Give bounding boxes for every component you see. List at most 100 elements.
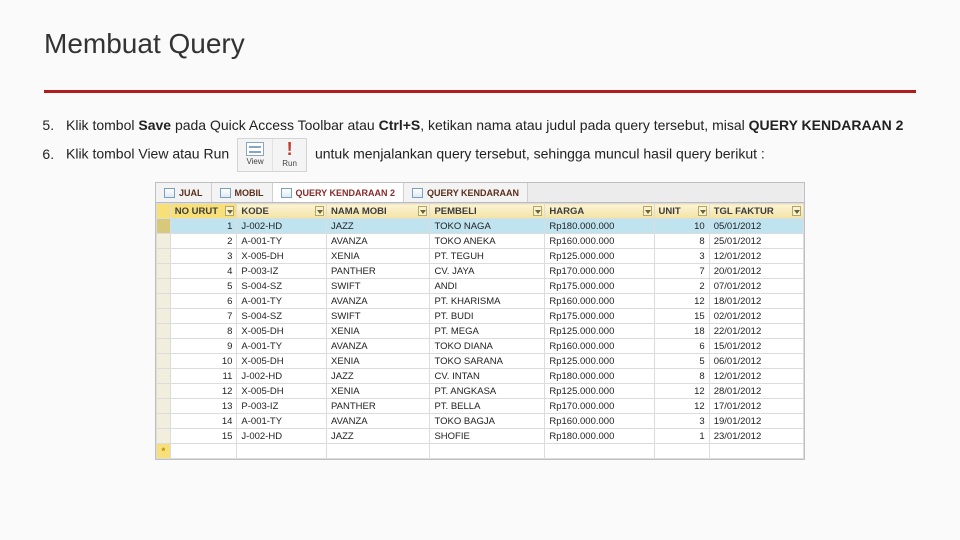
row-selector[interactable] — [157, 324, 171, 339]
cell[interactable]: J-002-HD — [237, 429, 327, 444]
row-selector[interactable] — [157, 264, 171, 279]
chevron-down-icon[interactable] — [418, 206, 427, 216]
cell[interactable]: TOKO BAGJA — [430, 414, 545, 429]
cell[interactable]: P-003-IZ — [237, 264, 327, 279]
cell[interactable]: 18/01/2012 — [709, 294, 803, 309]
cell[interactable]: XENIA — [327, 384, 430, 399]
table-row[interactable]: 13P-003-IZPANTHERPT. BELLARp170.000.0001… — [157, 399, 804, 414]
table-row[interactable]: 14A-001-TYAVANZATOKO BAGJARp160.000.0003… — [157, 414, 804, 429]
row-selector[interactable] — [157, 384, 171, 399]
cell[interactable]: 1 — [170, 219, 237, 234]
cell[interactable]: 8 — [654, 369, 709, 384]
cell[interactable]: 12 — [654, 384, 709, 399]
cell[interactable]: 12 — [654, 294, 709, 309]
table-row[interactable]: 10X-005-DHXENIATOKO SARANARp125.000.0005… — [157, 354, 804, 369]
row-selector[interactable] — [157, 354, 171, 369]
row-selector[interactable] — [157, 234, 171, 249]
new-record-row[interactable] — [157, 444, 804, 459]
cell[interactable]: PT. KHARISMA — [430, 294, 545, 309]
cell[interactable]: 15 — [170, 429, 237, 444]
cell[interactable]: Rp170.000.000 — [545, 399, 654, 414]
cell[interactable]: 6 — [654, 339, 709, 354]
object-tab[interactable]: JUAL — [156, 183, 212, 202]
cell[interactable]: XENIA — [327, 354, 430, 369]
cell[interactable]: A-001-TY — [237, 339, 327, 354]
cell[interactable]: 6 — [170, 294, 237, 309]
cell[interactable]: X-005-DH — [237, 249, 327, 264]
cell[interactable]: AVANZA — [327, 339, 430, 354]
cell[interactable]: 8 — [654, 234, 709, 249]
table-row[interactable]: 6A-001-TYAVANZAPT. KHARISMARp160.000.000… — [157, 294, 804, 309]
cell[interactable]: XENIA — [327, 249, 430, 264]
cell[interactable]: Rp125.000.000 — [545, 324, 654, 339]
new-record-selector[interactable] — [157, 444, 171, 459]
cell[interactable]: 4 — [170, 264, 237, 279]
cell[interactable]: 5 — [654, 354, 709, 369]
cell[interactable]: JAZZ — [327, 429, 430, 444]
cell[interactable]: Rp160.000.000 — [545, 234, 654, 249]
chevron-down-icon[interactable] — [643, 206, 652, 216]
cell[interactable]: 5 — [170, 279, 237, 294]
cell[interactable]: 07/01/2012 — [709, 279, 803, 294]
cell[interactable]: Rp125.000.000 — [545, 354, 654, 369]
cell[interactable]: Rp160.000.000 — [545, 414, 654, 429]
cell[interactable]: 12/01/2012 — [709, 369, 803, 384]
cell[interactable]: PT. BUDI — [430, 309, 545, 324]
cell[interactable]: JAZZ — [327, 369, 430, 384]
cell[interactable]: 05/01/2012 — [709, 219, 803, 234]
cell[interactable]: 19/01/2012 — [709, 414, 803, 429]
cell[interactable]: Rp180.000.000 — [545, 429, 654, 444]
object-tab[interactable]: QUERY KENDARAAN 2 — [273, 183, 405, 202]
cell[interactable]: S-004-SZ — [237, 279, 327, 294]
row-selector[interactable] — [157, 219, 171, 234]
table-row[interactable]: 7S-004-SZSWIFTPT. BUDIRp175.000.0001502/… — [157, 309, 804, 324]
cell[interactable]: PT. ANGKASA — [430, 384, 545, 399]
chevron-down-icon[interactable] — [792, 206, 801, 216]
cell[interactable]: S-004-SZ — [237, 309, 327, 324]
column-header[interactable]: UNIT — [654, 204, 709, 219]
cell[interactable]: Rp175.000.000 — [545, 279, 654, 294]
cell[interactable]: CV. JAYA — [430, 264, 545, 279]
cell[interactable]: 06/01/2012 — [709, 354, 803, 369]
cell[interactable]: 12/01/2012 — [709, 249, 803, 264]
table-row[interactable]: 5S-004-SZSWIFTANDIRp175.000.000207/01/20… — [157, 279, 804, 294]
cell[interactable]: Rp180.000.000 — [545, 219, 654, 234]
column-header[interactable]: PEMBELI — [430, 204, 545, 219]
cell[interactable]: 10 — [170, 354, 237, 369]
cell[interactable]: SWIFT — [327, 279, 430, 294]
object-tab[interactable]: QUERY KENDARAAN — [404, 183, 528, 202]
cell[interactable]: ANDI — [430, 279, 545, 294]
row-selector[interactable] — [157, 279, 171, 294]
cell[interactable]: A-001-TY — [237, 234, 327, 249]
cell[interactable]: TOKO NAGA — [430, 219, 545, 234]
cell[interactable]: AVANZA — [327, 234, 430, 249]
object-tab[interactable]: MOBIL — [212, 183, 273, 202]
cell[interactable]: 2 — [654, 279, 709, 294]
cell[interactable]: 18 — [654, 324, 709, 339]
cell[interactable]: JAZZ — [327, 219, 430, 234]
cell[interactable]: X-005-DH — [237, 324, 327, 339]
table-row[interactable]: 2A-001-TYAVANZATOKO ANEKARp160.000.00082… — [157, 234, 804, 249]
cell[interactable]: X-005-DH — [237, 354, 327, 369]
column-header[interactable]: TGL FAKTUR — [709, 204, 803, 219]
cell[interactable]: 1 — [654, 429, 709, 444]
cell[interactable]: 9 — [170, 339, 237, 354]
cell[interactable]: AVANZA — [327, 414, 430, 429]
cell[interactable]: Rp170.000.000 — [545, 264, 654, 279]
cell[interactable]: TOKO DIANA — [430, 339, 545, 354]
cell[interactable]: 3 — [654, 414, 709, 429]
table-row[interactable]: 4P-003-IZPANTHERCV. JAYARp170.000.000720… — [157, 264, 804, 279]
cell[interactable]: 22/01/2012 — [709, 324, 803, 339]
row-selector[interactable] — [157, 369, 171, 384]
table-row[interactable]: 9A-001-TYAVANZATOKO DIANARp160.000.00061… — [157, 339, 804, 354]
cell[interactable]: 3 — [654, 249, 709, 264]
row-selector[interactable] — [157, 309, 171, 324]
cell[interactable]: 20/01/2012 — [709, 264, 803, 279]
cell[interactable]: TOKO SARANA — [430, 354, 545, 369]
cell[interactable]: 23/01/2012 — [709, 429, 803, 444]
row-selector[interactable] — [157, 339, 171, 354]
cell[interactable]: 13 — [170, 399, 237, 414]
cell[interactable]: PT. BELLA — [430, 399, 545, 414]
row-selector[interactable] — [157, 414, 171, 429]
cell[interactable]: A-001-TY — [237, 414, 327, 429]
